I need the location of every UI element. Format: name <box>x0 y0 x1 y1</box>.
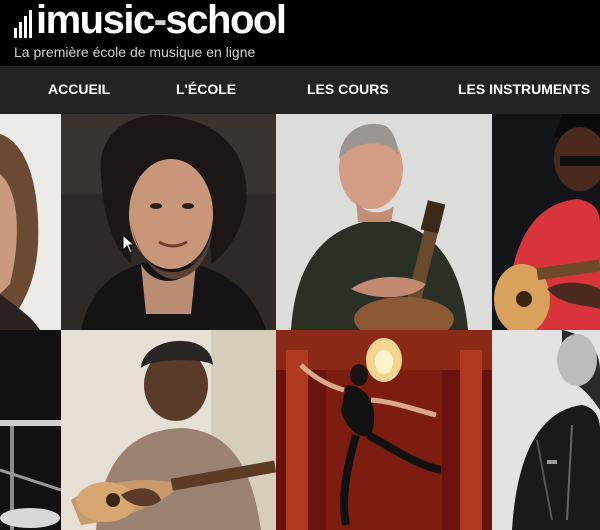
site-logo[interactable]: imusic-school <box>36 0 287 42</box>
teacher-photo-man-with-acoustic-guitar[interactable] <box>276 114 492 330</box>
site-header: imusic-school La première école de musiq… <box>0 0 600 66</box>
nav-item-cours[interactable]: LES COURS <box>307 80 389 98</box>
nav-item-instruments[interactable]: LES INSTRUMENTS <box>458 80 590 98</box>
site-tagline: La première école de musique en ligne <box>14 44 256 60</box>
mouse-pointer-icon <box>122 233 136 259</box>
teacher-photo-dancer-chandelier[interactable] <box>276 330 492 530</box>
teacher-gallery <box>0 114 600 530</box>
teacher-photo-man-curly-hair[interactable] <box>61 114 276 330</box>
teacher-photo-woman-beanie-guitar[interactable] <box>61 330 276 530</box>
nav-item-accueil[interactable]: ACCUEIL <box>48 80 110 98</box>
nav-item-ecole[interactable]: L'ÉCOLE <box>176 80 236 98</box>
teacher-photo-man-red-shirt-guitar[interactable] <box>492 114 600 330</box>
teacher-photo-microphone-stand[interactable] <box>0 330 61 530</box>
main-nav: ACCUEIL L'ÉCOLE LES COURS LES INSTRUMENT… <box>0 66 600 114</box>
logo-text-main: imusic <box>36 0 155 42</box>
logo-equalizer-icon <box>14 8 36 38</box>
teacher-photo-woman-long-hair[interactable] <box>0 114 61 330</box>
logo-text-end: school <box>165 0 287 42</box>
teacher-photo-leather-jacket[interactable] <box>492 330 600 530</box>
logo-text-accent: - <box>153 0 167 42</box>
